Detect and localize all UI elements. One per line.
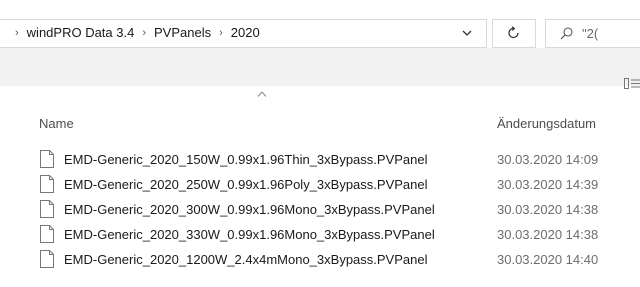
file-date: 30.03.2020 14:38 xyxy=(497,227,599,242)
list-item[interactable]: EMD-Generic_2020_250W_0.99x1.96Poly_3xBy… xyxy=(0,173,640,198)
list-item[interactable]: EMD-Generic_2020_300W_0.99x1.96Mono_3xBy… xyxy=(0,198,640,223)
breadcrumb: › windPRO Data 3.4 › PVPanels › 2020 xyxy=(7,25,260,40)
file-icon xyxy=(40,150,54,168)
list-item[interactable]: EMD-Generic_2020_1200W_2.4x4mMono_3xBypa… xyxy=(0,248,640,273)
file-name: EMD-Generic_2020_250W_0.99x1.96Poly_3xBy… xyxy=(64,177,428,192)
chevron-down-icon[interactable] xyxy=(461,27,473,39)
file-date: 30.03.2020 14:09 xyxy=(497,152,599,167)
file-list: EMD-Generic_2020_150W_0.99x1.96Thin_3xBy… xyxy=(0,148,640,273)
file-icon xyxy=(40,250,54,268)
column-header-row: Name Änderungsdatum xyxy=(0,86,640,148)
view-toolbar xyxy=(0,48,640,89)
breadcrumb-item-2020[interactable]: 2020 xyxy=(231,25,260,40)
file-name: EMD-Generic_2020_1200W_2.4x4mMono_3xBypa… xyxy=(64,252,428,267)
column-header-name[interactable]: Name xyxy=(39,116,74,131)
list-item[interactable]: EMD-Generic_2020_330W_0.99x1.96Mono_3xBy… xyxy=(0,223,640,248)
file-date: 30.03.2020 14:38 xyxy=(497,202,599,217)
breadcrumb-separator: › xyxy=(219,26,223,39)
file-icon xyxy=(40,225,54,243)
list-item[interactable]: EMD-Generic_2020_150W_0.99x1.96Thin_3xBy… xyxy=(0,148,640,173)
breadcrumb-separator: › xyxy=(142,26,147,39)
file-date: 30.03.2020 14:39 xyxy=(497,177,599,192)
file-date: 30.03.2020 14:40 xyxy=(497,252,599,267)
breadcrumb-item-pvpanels[interactable]: PVPanels xyxy=(154,25,211,40)
sort-up-icon xyxy=(257,91,267,97)
file-icon xyxy=(40,175,54,193)
file-name: EMD-Generic_2020_300W_0.99x1.96Mono_3xBy… xyxy=(64,202,435,217)
search-text: "2( xyxy=(582,26,599,41)
search-icon xyxy=(560,27,573,40)
refresh-icon xyxy=(508,26,519,39)
refresh-button[interactable] xyxy=(492,19,536,48)
address-row: › windPRO Data 3.4 › PVPanels › 2020 "2( xyxy=(0,0,640,48)
search-input[interactable]: "2( xyxy=(545,19,640,48)
file-name: EMD-Generic_2020_150W_0.99x1.96Thin_3xBy… xyxy=(64,152,428,167)
file-icon xyxy=(40,200,54,218)
breadcrumb-separator: › xyxy=(15,26,19,39)
address-bar[interactable]: › windPRO Data 3.4 › PVPanels › 2020 xyxy=(0,19,487,48)
file-name: EMD-Generic_2020_330W_0.99x1.96Mono_3xBy… xyxy=(64,227,435,242)
column-header-date[interactable]: Änderungsdatum xyxy=(497,116,596,131)
breadcrumb-item-windpro-data[interactable]: windPRO Data 3.4 xyxy=(27,25,135,40)
